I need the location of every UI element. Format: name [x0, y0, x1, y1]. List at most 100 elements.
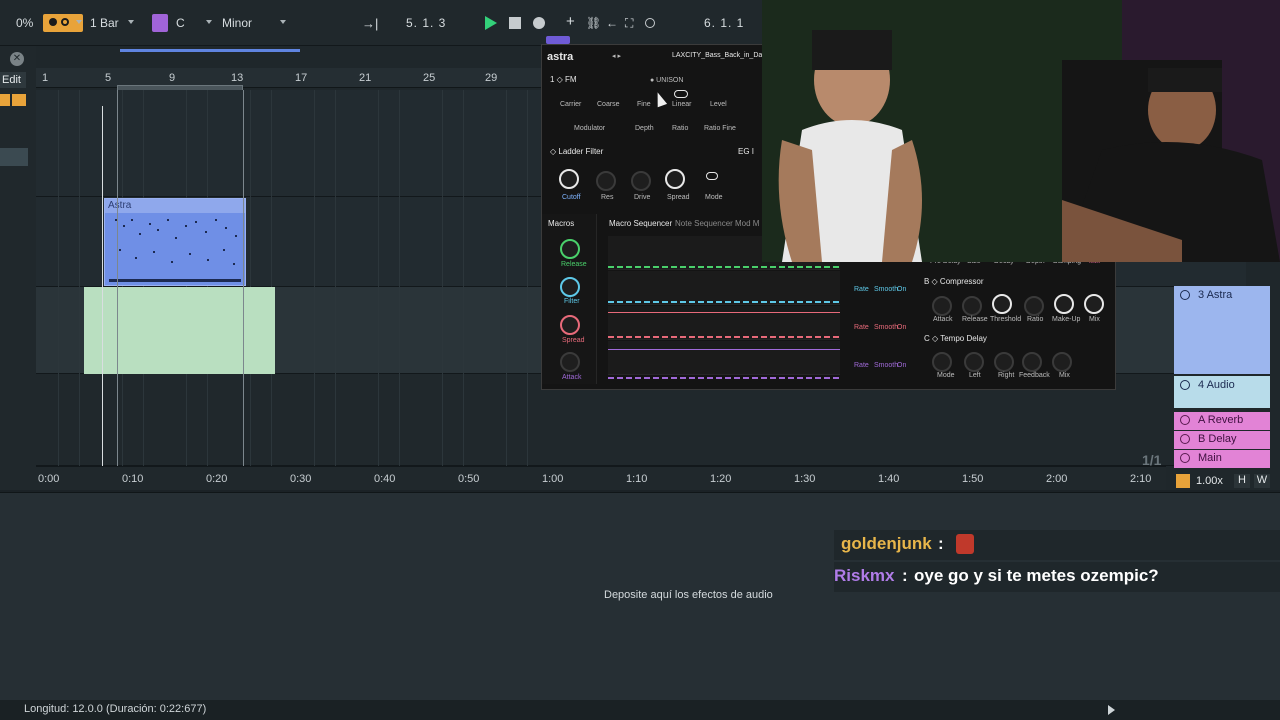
bar-number: 29 — [485, 72, 498, 84]
fm-header[interactable]: 1 ◇ FM — [550, 75, 577, 84]
delay-label: Mix — [1059, 372, 1070, 379]
delay-header[interactable]: C ◇ Tempo Delay — [924, 334, 987, 343]
linear-toggle[interactable] — [674, 90, 688, 98]
delay-feedback-knob[interactable] — [1022, 352, 1042, 372]
clip-name: Astra — [108, 200, 132, 211]
delay-mode-knob[interactable] — [932, 352, 952, 372]
overview-strip[interactable] — [36, 46, 542, 68]
tool-icon[interactable] — [0, 94, 10, 106]
cutoff-knob[interactable] — [559, 169, 579, 189]
follow-icon[interactable]: →| — [362, 16, 378, 31]
comp-makeup-knob[interactable] — [1054, 294, 1074, 314]
delay-mix-knob[interactable] — [1052, 352, 1072, 372]
w-button[interactable]: W — [1254, 474, 1270, 488]
song-position[interactable]: 5. 1. 3 — [406, 16, 446, 30]
drive-knob[interactable] — [631, 171, 651, 191]
bar-number: 17 — [295, 72, 308, 84]
spread-knob[interactable] — [665, 169, 685, 189]
close-icon[interactable]: ✕ — [10, 52, 24, 66]
macro-filter-knob[interactable] — [560, 277, 580, 297]
comp-release-knob[interactable] — [962, 296, 982, 316]
loop-icon[interactable]: ⛶ — [625, 16, 633, 31]
seq-side-label: On — [897, 286, 907, 293]
expand-icon[interactable] — [1108, 705, 1115, 715]
sequencer-lane[interactable] — [608, 306, 840, 340]
delay-label: Left — [969, 372, 981, 379]
eg-header[interactable]: EG I — [738, 147, 754, 156]
preset-nav-icon[interactable]: ◂ ▸ — [612, 52, 621, 60]
mixer-return-reverb[interactable]: A Reverb — [1174, 412, 1270, 430]
h-button[interactable]: H — [1234, 474, 1250, 488]
mixer-main[interactable]: Main — [1174, 450, 1270, 468]
delay-left-knob[interactable] — [964, 352, 984, 372]
mixer-return-delay[interactable]: B Delay — [1174, 431, 1270, 449]
fold-icon[interactable] — [1180, 380, 1190, 390]
punch-icon[interactable] — [645, 18, 655, 28]
fold-icon[interactable] — [1180, 434, 1190, 444]
fold-icon[interactable] — [1180, 415, 1190, 425]
mixer-track-audio[interactable]: 4 Audio — [1174, 376, 1270, 408]
chat-message: oye go y si te metes ozempic? — [914, 566, 1159, 585]
comp-label: Ratio — [1027, 316, 1044, 323]
macro-label: Release — [561, 261, 587, 268]
compressor-header[interactable]: B ◇ Compressor — [924, 277, 984, 286]
zoom-level[interactable]: 1.00x — [1196, 475, 1223, 487]
tab-mod-matrix[interactable]: Mod M — [735, 219, 759, 228]
time-label: 0:40 — [374, 473, 396, 485]
waveform-icon[interactable] — [1176, 474, 1190, 488]
quantize-select[interactable]: 1 Bar — [90, 16, 119, 30]
scale-mode-icon[interactable] — [152, 14, 168, 32]
tab-macro-sequencer[interactable]: Macro Sequencer — [609, 219, 672, 228]
chat-line: goldenjunk : — [834, 530, 1280, 560]
comp-label: Make-Up — [1052, 316, 1081, 323]
seq-side-label: Rate — [854, 362, 869, 369]
midi-clip[interactable]: Astra — [104, 198, 246, 286]
comp-threshold-knob[interactable] — [992, 294, 1012, 314]
sequencer-lane[interactable] — [608, 341, 840, 379]
track-color-swatch — [0, 148, 28, 166]
tab-note-sequencer[interactable]: Note Sequencer — [675, 219, 733, 228]
mode-toggle[interactable] — [706, 172, 718, 180]
fm-label: Modulator — [574, 125, 606, 132]
chat-username: Riskmx — [834, 566, 895, 585]
filter-header[interactable]: ◇ Ladder Filter — [550, 147, 603, 156]
key-select[interactable]: C — [176, 16, 185, 30]
delay-right-knob[interactable] — [994, 352, 1014, 372]
loop-end-position[interactable]: 6. 1. 1 — [704, 16, 744, 30]
filter-label: Drive — [634, 194, 651, 201]
stop-icon[interactable] — [509, 17, 521, 29]
bar-number: 5 — [105, 72, 112, 84]
edit-button[interactable]: Edit — [0, 72, 26, 88]
play-icon[interactable] — [485, 16, 497, 30]
macro-attack-knob[interactable] — [560, 352, 580, 372]
preset-name[interactable]: LAXCITY_Bass_Back_in_Da_ — [672, 52, 766, 59]
track-name: Main — [1198, 452, 1222, 464]
window-tab[interactable] — [546, 36, 570, 44]
fold-icon[interactable] — [1180, 290, 1190, 300]
fm-label: Depth — [635, 125, 654, 132]
macro-label: Spread — [562, 337, 585, 344]
fold-icon[interactable] — [1180, 453, 1190, 463]
add-icon[interactable]: + — [566, 13, 575, 30]
comp-label: Release — [962, 316, 988, 323]
record-icon[interactable] — [533, 17, 545, 29]
back-arrow-icon[interactable]: ← — [606, 16, 618, 30]
overview-range[interactable] — [120, 49, 300, 52]
fm-label: Linear — [672, 101, 692, 108]
comp-mix-knob[interactable] — [1084, 294, 1104, 314]
link-icon[interactable]: ⛓ — [586, 16, 601, 30]
comp-ratio-knob[interactable] — [1024, 296, 1044, 316]
auto-icon[interactable] — [12, 94, 26, 106]
clip-header[interactable]: Astra — [105, 199, 245, 213]
sequencer-lane[interactable] — [608, 271, 840, 305]
mixer-track-astra[interactable]: 3 Astra — [1174, 286, 1270, 374]
macro-release-knob[interactable] — [560, 239, 580, 259]
scale-select[interactable]: Minor — [222, 16, 252, 30]
selection-range[interactable] — [84, 287, 275, 374]
delay-label: Feedback — [1019, 372, 1050, 379]
comp-attack-knob[interactable] — [932, 296, 952, 316]
seq-side-label: Smooth — [874, 362, 899, 369]
macro-spread-knob[interactable] — [560, 315, 580, 335]
res-knob[interactable] — [596, 171, 616, 191]
bar-number: 25 — [423, 72, 436, 84]
